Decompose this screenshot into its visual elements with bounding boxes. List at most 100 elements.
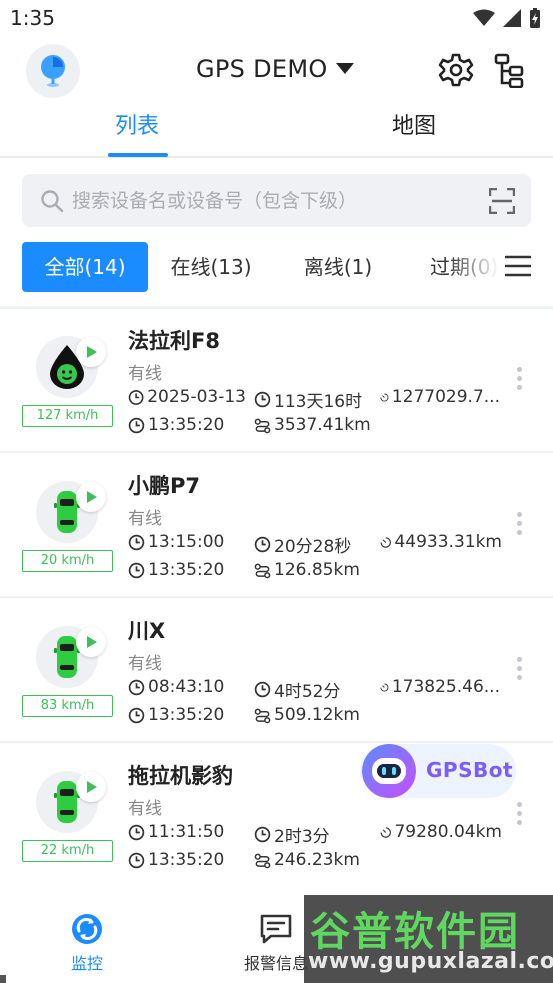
app-logo xyxy=(26,44,80,98)
clock-icon xyxy=(128,852,145,868)
playback-button[interactable] xyxy=(76,337,106,367)
route-icon xyxy=(254,708,271,723)
last-update-value: 11:31:50 xyxy=(148,822,225,842)
gpsbot-button[interactable]: GPSBot xyxy=(360,744,516,798)
duration-value: 2时3分 xyxy=(274,827,330,847)
duration-info: 20分28秒 xyxy=(254,532,372,557)
time-value: 13:35:20 xyxy=(148,560,225,580)
speed-badge: 20 km/h xyxy=(22,550,113,572)
route-icon xyxy=(254,853,271,868)
device-tree-icon[interactable] xyxy=(492,52,528,88)
clock-icon xyxy=(128,562,145,578)
mileage-info: 173825.46... xyxy=(380,677,500,697)
search-box xyxy=(22,174,531,227)
robot-icon xyxy=(362,744,416,798)
vehicle-status: 有线 xyxy=(128,799,162,819)
monitor-icon xyxy=(72,914,102,944)
mileage-value: 44933.31km xyxy=(394,532,502,552)
more-options-icon[interactable] xyxy=(515,802,523,825)
view-tabs: 列表 地图 xyxy=(0,104,553,158)
filter-all[interactable]: 全部(14) xyxy=(22,242,148,292)
status-filter-row: 全部(14) 在线(13) 离线(1) 过期(0) xyxy=(0,242,553,292)
vehicle-item[interactable]: 127 km/h 法拉利F8 有线 2025-03-13 113天16时 127… xyxy=(0,309,553,453)
gpsbot-label: GPSBot xyxy=(426,758,514,782)
tab-map[interactable]: 地图 xyxy=(392,108,436,140)
distance-info: 3537.41km xyxy=(254,415,394,435)
org-selector[interactable]: GPS DEMO xyxy=(196,55,354,83)
tab-list[interactable]: 列表 xyxy=(115,108,159,140)
distance-value: 246.23km xyxy=(274,850,360,870)
mileage-value: 173825.46... xyxy=(391,677,500,697)
time-info: 13:35:20 xyxy=(128,560,246,580)
distance-info: 509.12km xyxy=(254,705,394,725)
timer-icon xyxy=(254,536,271,553)
speed-badge: 127 km/h xyxy=(22,405,113,427)
play-flag-icon xyxy=(87,491,97,503)
distance-value: 126.85km xyxy=(274,560,360,580)
search-icon xyxy=(41,190,64,213)
mileage-value: 79280.04km xyxy=(394,822,502,842)
route-icon xyxy=(254,563,271,578)
search-input[interactable] xyxy=(72,174,472,227)
speed-badge: 83 km/h xyxy=(22,695,113,717)
menu-icon[interactable] xyxy=(505,255,531,277)
distance-info: 246.23km xyxy=(254,850,394,870)
time-info: 13:35:20 xyxy=(128,415,246,435)
odometer-icon xyxy=(380,536,391,548)
duration-value: 113天16时 xyxy=(274,392,363,412)
clock-icon xyxy=(128,679,145,695)
vehicle-item[interactable]: 83 km/h 川X 有线 08:43:10 4时52分 173825.46..… xyxy=(0,599,553,743)
playback-button[interactable] xyxy=(76,772,106,802)
more-options-icon[interactable] xyxy=(515,367,523,390)
last-update-value: 08:43:10 xyxy=(148,677,225,697)
playback-button[interactable] xyxy=(76,482,106,512)
mileage-value: 1277029.7... xyxy=(391,387,500,407)
time-info: 13:35:20 xyxy=(128,850,246,870)
scan-icon[interactable] xyxy=(489,188,515,214)
filter-offline[interactable]: 离线(1) xyxy=(290,242,386,292)
distance-value: 509.12km xyxy=(274,705,360,725)
more-options-icon[interactable] xyxy=(515,512,523,535)
watermark-url: www.gupuxlazal.com xyxy=(308,949,553,974)
play-flag-icon xyxy=(87,636,97,648)
timer-icon xyxy=(254,391,271,408)
settings-gear-icon[interactable] xyxy=(438,52,474,88)
timer-icon xyxy=(254,681,271,698)
location-pin-icon xyxy=(41,55,65,87)
clock-icon xyxy=(128,417,145,433)
vehicle-name: 拖拉机影豹 xyxy=(128,764,233,788)
odometer-icon xyxy=(380,392,389,401)
signal-icon xyxy=(503,9,521,27)
filter-online[interactable]: 在线(13) xyxy=(160,242,262,292)
vehicle-status: 有线 xyxy=(128,364,162,384)
app-header: GPS DEMO xyxy=(0,38,553,104)
duration-value: 4时52分 xyxy=(274,682,341,702)
duration-info: 4时52分 xyxy=(254,677,372,702)
caret-down-icon xyxy=(335,63,354,74)
clock-icon xyxy=(128,824,145,840)
duration-info: 2时3分 xyxy=(254,822,372,847)
odometer-icon xyxy=(380,682,389,691)
duration-info: 113天16时 xyxy=(254,387,372,412)
time-info: 13:35:20 xyxy=(128,705,246,725)
odometer-icon xyxy=(380,826,391,838)
nav-label: 报警信息 xyxy=(243,954,308,973)
status-bar: 1:35 xyxy=(0,0,553,38)
play-flag-icon xyxy=(87,346,97,358)
vehicle-item[interactable]: 20 km/h 小鹏P7 有线 13:15:00 20分28秒 44933.31… xyxy=(0,454,553,598)
time-value: 13:35:20 xyxy=(148,705,225,725)
timer-icon xyxy=(254,826,271,843)
duration-value: 20分28秒 xyxy=(274,537,352,557)
vehicle-status: 有线 xyxy=(128,509,162,529)
playback-button[interactable] xyxy=(76,627,106,657)
vehicle-name: 法拉利F8 xyxy=(128,329,220,353)
watermark: 谷普软件园 www.gupuxlazal.com xyxy=(304,895,553,983)
mileage-info: 44933.31km xyxy=(380,532,502,552)
distance-info: 126.85km xyxy=(254,560,394,580)
more-options-icon[interactable] xyxy=(515,657,523,680)
vehicle-name: 川X xyxy=(128,619,166,643)
vehicle-name: 小鹏P7 xyxy=(128,474,201,498)
nav-monitor[interactable]: 监控 xyxy=(42,912,132,974)
last-update-value: 13:15:00 xyxy=(148,532,225,552)
message-icon xyxy=(260,914,292,944)
